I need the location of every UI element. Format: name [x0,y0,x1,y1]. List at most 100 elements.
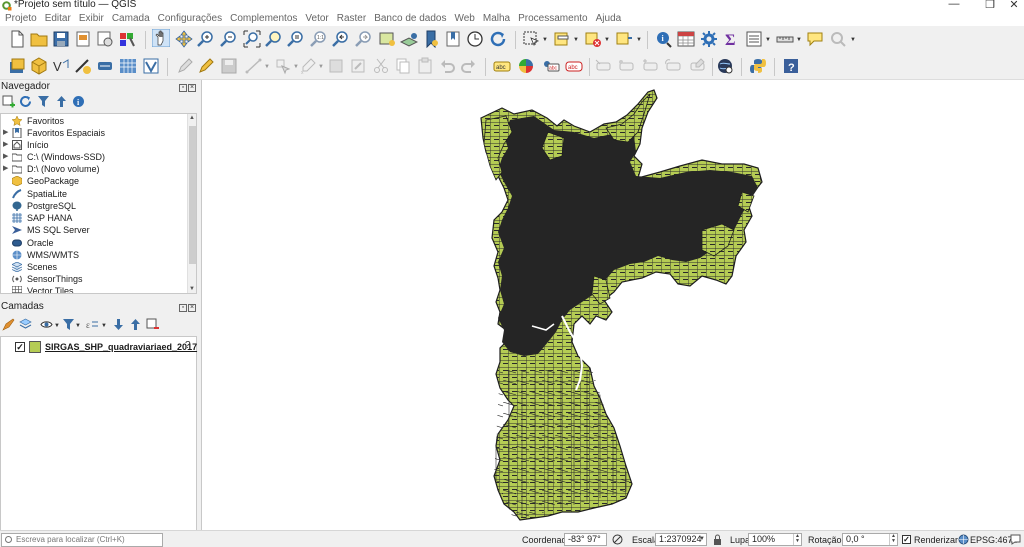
menu-web[interactable]: Web [449,12,477,26]
add-group-icon[interactable] [19,318,32,331]
zoom-native-icon[interactable]: 1:1 [310,30,328,48]
menu-malha[interactable]: Malha [478,12,513,26]
filter-legend-icon[interactable] [62,318,75,331]
chevron-right-icon[interactable]: ▶ [3,151,8,163]
menu-camada[interactable]: Camada [107,12,153,26]
crs-globe-icon[interactable] [958,534,969,545]
new-bookmark-icon[interactable] [422,30,440,48]
refresh-icon[interactable] [489,30,507,48]
locator-search-icon[interactable] [829,30,847,48]
menu-processamento[interactable]: Processamento [513,12,590,26]
close-panel-button[interactable]: × [188,84,196,92]
scroll-up-icon[interactable]: ▲ [189,115,195,121]
add-vector-layer-icon[interactable] [142,57,160,75]
zoom-next-icon[interactable] [355,30,373,48]
properties-info-icon[interactable]: i [72,95,85,108]
magnifier-spinner[interactable]: ▲ ▼ [793,534,801,545]
rotation-spinner[interactable]: ▲ ▼ [889,534,897,545]
layer-labeling-icon[interactable]: abc [493,57,511,75]
render-checkbox[interactable]: ✓ [902,535,911,544]
new-geopackage-layer-icon[interactable] [30,57,48,75]
identify-features-icon[interactable]: i [654,30,672,48]
new-3d-map-view-icon[interactable] [400,30,418,48]
toggle-editing-icon[interactable] [197,57,215,75]
toggle-label-display-icon[interactable]: abc [565,57,583,75]
locator-search-bar[interactable]: Escreva para localizar (Ctrl+K) [1,533,163,547]
new-project-icon[interactable] [8,30,26,48]
chevron-down-icon[interactable]: ▼ [604,37,610,43]
filter-by-expression-icon[interactable]: ε [86,318,99,331]
deselect-features-icon[interactable] [584,30,602,48]
scrollbar-thumb[interactable] [189,126,196,264]
zoom-in-icon[interactable] [197,30,215,48]
new-temporary-layer-icon[interactable] [74,57,92,75]
float-panel-button[interactable]: ▫ [179,84,187,92]
chevron-down-icon[interactable]: ▼ [636,37,642,43]
menu-exibir[interactable]: Exibir [74,12,107,26]
new-virtual-layer-icon[interactable] [96,57,114,75]
chevron-down-icon[interactable]: ▼ [796,37,802,43]
chevron-down-icon[interactable]: ▼ [54,323,60,329]
zoom-last-icon[interactable] [332,30,350,48]
menu-editar[interactable]: Editar [40,12,74,26]
attribute-table-icon[interactable] [677,30,695,48]
map-tips-icon[interactable] [806,30,824,48]
temporal-controller-icon[interactable] [466,30,484,48]
chevron-down-icon[interactable]: ▼ [542,37,548,43]
menu-vetor[interactable]: Vetor [300,12,331,26]
layer-symbol-swatch[interactable] [29,341,41,353]
map-canvas[interactable] [201,80,1024,530]
expand-all-icon[interactable] [112,318,125,331]
new-print-layout-icon[interactable] [74,30,92,48]
chevron-down-icon[interactable]: ▼ [573,37,579,43]
select-by-location-icon[interactable] [615,30,633,48]
minimize-button[interactable]: — [944,0,964,10]
chevron-down-icon[interactable]: ▼ [765,37,771,43]
help-icon[interactable]: ? [782,57,800,75]
collapse-all-icon[interactable] [129,318,142,331]
toggle-extents-icon[interactable] [612,534,623,545]
close-panel-button[interactable]: × [188,304,196,312]
measure-line-icon[interactable] [776,30,794,48]
lock-scale-icon[interactable] [713,534,722,545]
save-project-icon[interactable] [52,30,70,48]
manage-visibility-icon[interactable] [40,318,53,331]
collapse-all-icon[interactable] [55,95,68,108]
quickmapservices-icon[interactable] [716,57,734,75]
processing-toolbox-icon[interactable] [700,30,718,48]
chevron-down-icon[interactable]: ▼ [101,323,107,329]
zoom-to-layer-icon[interactable] [287,30,305,48]
scroll-down-icon[interactable]: ▼ [189,286,195,292]
layer-visibility-checkbox[interactable]: ✓ [15,342,25,352]
new-map-view-icon[interactable] [378,30,396,48]
chevron-down-icon[interactable]: ▼ [75,323,81,329]
chevron-right-icon[interactable]: ▶ [3,127,8,139]
menu-banco-de-dados[interactable]: Banco de dados [369,12,449,26]
style-layer-icon[interactable] [2,318,15,331]
pan-to-selection-icon[interactable] [175,30,193,48]
refresh-icon[interactable] [19,95,32,108]
add-selected-layers-icon[interactable] [2,95,15,108]
remove-layer-icon[interactable] [146,318,159,331]
zoom-out-icon[interactable] [220,30,238,48]
menu-complementos[interactable]: Complementos [225,12,300,26]
layer-warning-help[interactable]: ? [185,340,191,351]
highlight-pinned-labels-icon[interactable]: abc [542,57,560,75]
style-manager-icon[interactable] [118,30,136,48]
menu-configuracoes[interactable]: Configurações [153,12,225,26]
open-project-icon[interactable] [30,30,48,48]
navigator-scrollbar[interactable]: ▲ ▼ [187,114,196,293]
layer-name[interactable]: SIRGAS_SHP_quadraviariaed_2017 [45,341,197,353]
python-console-icon[interactable] [749,57,767,75]
chevron-right-icon[interactable]: ▶ [3,139,8,151]
layer-diagram-icon[interactable] [517,57,535,75]
menu-raster[interactable]: Raster [332,12,369,26]
layout-manager-icon[interactable] [96,30,114,48]
menu-projeto[interactable]: Projeto [0,12,40,26]
layer-item[interactable]: ✓ SIRGAS_SHP_quadraviariaed_2017 ? [9,340,197,354]
chevron-down-icon[interactable]: ▼ [850,37,856,43]
float-panel-button[interactable]: ▫ [179,304,187,312]
messages-icon[interactable] [1010,534,1021,545]
select-by-value-icon[interactable] [553,30,571,48]
rotation-field[interactable]: 0,0 ° ▲ ▼ [842,533,898,546]
